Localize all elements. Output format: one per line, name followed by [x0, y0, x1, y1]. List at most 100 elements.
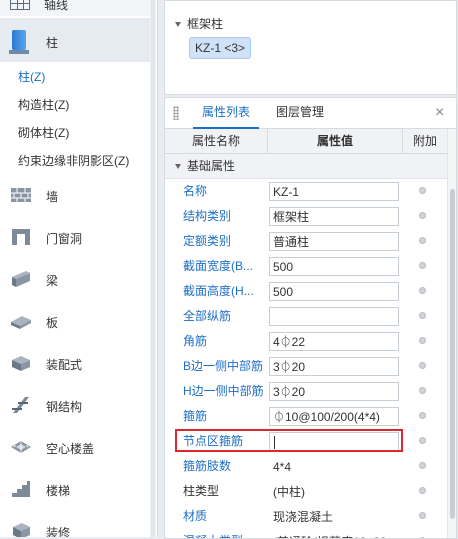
property-value-field[interactable]	[269, 307, 399, 326]
property-value-field[interactable]: 500	[269, 257, 399, 276]
sidebar-item-axis[interactable]: 轴线	[0, 0, 150, 16]
extra-radio[interactable]	[419, 387, 426, 394]
sidebar-item-label: 梁	[46, 274, 59, 288]
extra-radio[interactable]	[419, 412, 426, 419]
highlight-box	[175, 429, 403, 452]
table-row[interactable]: 箍筋 ⏀10@100/200(4*4)	[165, 404, 447, 429]
property-value-field[interactable]: 框架柱	[269, 207, 399, 226]
sidebar-item-door-window[interactable]: 门窗洞	[0, 220, 150, 254]
close-icon[interactable]: ×	[435, 104, 444, 122]
sidebar-item-label: 板	[46, 316, 59, 330]
sidebar-item-slab[interactable]: 板	[0, 304, 150, 338]
property-name: 材质	[183, 509, 208, 523]
table-row[interactable]: 箍筋肢数 4*4	[165, 454, 447, 479]
sidebar-item-wall[interactable]: 墙	[0, 178, 150, 212]
sidebar-item-steel-structure[interactable]: 钢结构	[0, 388, 150, 422]
property-value-field[interactable]: 4*4	[269, 457, 399, 476]
extra-radio[interactable]	[419, 312, 426, 319]
sidebar-item-label: 柱	[46, 36, 59, 50]
sidebar-item-column[interactable]: 柱	[0, 18, 150, 62]
property-value-text: 3⏀20	[273, 385, 306, 399]
property-value-text: 4*4	[273, 460, 292, 474]
sub-item-boundary-non-shadow[interactable]: 约束边缘非阴影区(Z)	[18, 152, 129, 169]
wall-icon	[11, 188, 31, 202]
hollow-floor-icon	[11, 441, 31, 453]
property-name: 结构类别	[183, 209, 232, 223]
property-value-text: (中柱)	[273, 485, 305, 499]
expand-arrow-icon[interactable]	[175, 22, 181, 28]
table-row[interactable]: B边一侧中部筋 3⏀20	[165, 354, 447, 379]
property-value-field[interactable]: 3⏀20	[269, 382, 399, 401]
scrollbar-thumb[interactable]	[151, 0, 155, 537]
extra-radio[interactable]	[419, 337, 426, 344]
table-row[interactable]: 柱类型 (中柱)	[165, 479, 447, 504]
property-value-field[interactable]: (中柱)	[269, 482, 399, 501]
tab-layer-management[interactable]: 图层管理	[265, 98, 335, 127]
table-row[interactable]: 名称 KZ-1	[165, 179, 447, 204]
property-value-text: 3⏀20	[273, 360, 306, 374]
property-value-field[interactable]: 普通柱	[269, 232, 399, 251]
table-row[interactable]: 混凝土类型 (普通砼(坍落度10~90...	[165, 529, 447, 538]
column-header-value: 属性值	[268, 129, 403, 153]
sidebar-item-stairs[interactable]: 楼梯	[0, 472, 150, 506]
tree-node-selected[interactable]: KZ-1 <3>	[189, 37, 252, 59]
extra-radio[interactable]	[419, 262, 426, 269]
property-value-text: 500	[273, 260, 294, 274]
property-value-field[interactable]: ⏀10@100/200(4*4)	[269, 407, 399, 426]
table-row[interactable]: H边一侧中部筋 3⏀20	[165, 379, 447, 404]
property-value-field[interactable]: 3⏀20	[269, 357, 399, 376]
stairs-icon	[12, 481, 30, 497]
extra-radio[interactable]	[419, 237, 426, 244]
property-value-text: ⏀10@100/200(4*4)	[273, 410, 380, 424]
sidebar-item-prefab[interactable]: 装配式	[0, 346, 150, 380]
property-value-field[interactable]: (普通砼(坍落度10~90...	[269, 532, 399, 538]
sub-item-constructional-column[interactable]: 构造柱(Z)	[18, 96, 69, 113]
extra-radio[interactable]	[419, 362, 426, 369]
table-row[interactable]: 全部纵筋	[165, 304, 447, 329]
sidebar-scrollbar[interactable]	[150, 0, 156, 537]
sidebar-item-label: 钢结构	[46, 400, 83, 414]
column-header-name: 属性名称	[165, 129, 268, 153]
scrollbar-thumb[interactable]	[450, 189, 455, 519]
sub-item-masonry-column[interactable]: 砌体柱(Z)	[18, 124, 69, 141]
sidebar-item-beam[interactable]: 梁	[0, 262, 150, 296]
table-row[interactable]: 角筋 4⏀22	[165, 329, 447, 354]
table-row[interactable]: 材质 现浇混凝土	[165, 504, 447, 529]
component-tree-panel: 框架柱 KZ-1 <3>	[164, 0, 457, 95]
sub-item-column-z[interactable]: 柱(Z)	[18, 68, 45, 85]
table-row[interactable]: 结构类别 框架柱	[165, 204, 447, 229]
property-name: 混凝土类型	[183, 529, 269, 538]
table-row[interactable]: 截面高度(H... 500	[165, 279, 447, 304]
group-label: 基础属性	[187, 159, 236, 173]
property-name: 截面高度(H...	[183, 284, 254, 298]
properties-scrollbar[interactable]	[447, 129, 456, 538]
sidebar-item-label: 装修	[46, 526, 71, 537]
group-basic-properties[interactable]: 基础属性	[165, 154, 447, 179]
property-name: 箍筋肢数	[183, 459, 232, 473]
property-value-field[interactable]: 500	[269, 282, 399, 301]
extra-radio[interactable]	[419, 462, 426, 469]
table-row[interactable]: 截面宽度(B... 500	[165, 254, 447, 279]
extra-radio[interactable]	[419, 437, 426, 444]
drag-handle-icon[interactable]	[173, 106, 179, 120]
sidebar-item-decoration[interactable]: 装修	[0, 514, 150, 537]
properties-panel: 属性列表 图层管理 × 属性名称 属性值 附加 基础属性 名称 KZ-1 结构类别 框…	[164, 97, 457, 539]
property-value-field[interactable]: 4⏀22	[269, 332, 399, 351]
extra-radio[interactable]	[419, 212, 426, 219]
sidebar-item-hollow-floor[interactable]: 空心楼盖	[0, 430, 150, 464]
extra-radio[interactable]	[419, 512, 426, 519]
extra-radio[interactable]	[419, 487, 426, 494]
sidebar-item-label: 墙	[46, 190, 59, 204]
table-row[interactable]: 定额类别 普通柱	[165, 229, 447, 254]
extra-radio[interactable]	[419, 287, 426, 294]
tree-group-framework-column[interactable]: 框架柱	[175, 15, 223, 32]
tab-property-list[interactable]: 属性列表	[193, 98, 259, 129]
extra-radio[interactable]	[419, 187, 426, 194]
door-window-icon	[12, 229, 30, 245]
collapse-arrow-icon[interactable]	[175, 164, 181, 170]
sidebar-item-label: 装配式	[46, 358, 83, 372]
beam-icon	[12, 271, 30, 287]
property-value-field[interactable]: KZ-1	[269, 182, 399, 201]
axis-grid-icon	[10, 0, 30, 10]
property-value-field[interactable]: 现浇混凝土	[269, 507, 399, 526]
